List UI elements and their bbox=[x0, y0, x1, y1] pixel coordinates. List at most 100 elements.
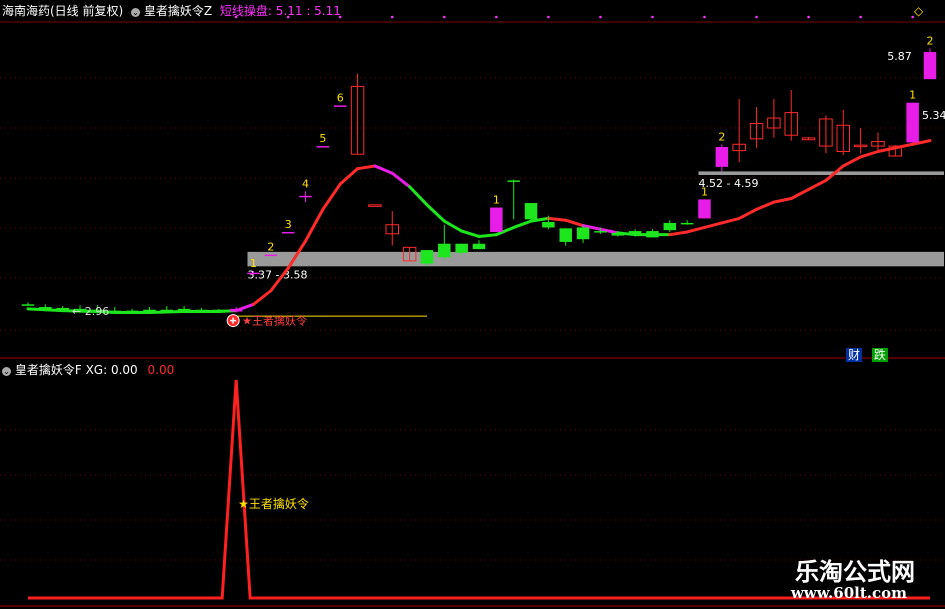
ma-segment bbox=[737, 207, 759, 220]
xg-value-2: 0.00 bbox=[147, 363, 175, 377]
candle-body bbox=[21, 304, 35, 306]
sub-indicator-name[interactable]: 皇者擒妖令F bbox=[15, 363, 82, 377]
candle-number: 6 bbox=[337, 91, 344, 104]
ma-segment bbox=[564, 218, 585, 228]
candle-body bbox=[195, 309, 208, 312]
ma-segment bbox=[442, 219, 464, 233]
candle-number: 4 bbox=[302, 177, 309, 190]
candle-body bbox=[663, 222, 677, 231]
candle-body bbox=[212, 309, 226, 313]
xg-label: XG: 0.00 bbox=[85, 363, 138, 377]
candle-body bbox=[108, 310, 121, 313]
candle-number: 1 bbox=[250, 257, 257, 270]
signal-dot bbox=[859, 15, 862, 19]
candle-number: 2 bbox=[718, 130, 725, 143]
stock-title: 海南海药(日线 前复权) bbox=[2, 4, 124, 18]
candle-body bbox=[680, 222, 694, 225]
zone-band bbox=[698, 171, 944, 176]
candle-number: 2 bbox=[927, 34, 934, 47]
candle-body bbox=[472, 243, 486, 250]
candle-body bbox=[160, 309, 174, 312]
indicator-name[interactable]: 皇者擒妖令Z bbox=[144, 4, 212, 18]
candle-body bbox=[594, 231, 607, 233]
signal-label: 短线操盘: bbox=[219, 4, 272, 18]
ma-segment bbox=[546, 216, 568, 222]
candle-body bbox=[715, 146, 729, 167]
candle-body bbox=[420, 250, 434, 264]
expand-icon[interactable]: ◇ bbox=[914, 4, 923, 18]
candle-body bbox=[56, 307, 69, 310]
ma-segment bbox=[876, 146, 897, 153]
ma-segment bbox=[772, 197, 793, 204]
grid-lines bbox=[0, 15, 945, 607]
ma-segment bbox=[408, 185, 429, 207]
ma-line bbox=[26, 139, 932, 314]
candle-body bbox=[646, 231, 659, 238]
signal-dot bbox=[599, 15, 602, 19]
candle-number: 2 bbox=[267, 241, 274, 254]
candle-body bbox=[455, 243, 468, 253]
indicator-menu-icon[interactable]: ⌄ bbox=[131, 8, 141, 17]
signal-dot bbox=[807, 15, 810, 19]
candle-body bbox=[698, 199, 711, 219]
watermark-brand: 乐淘公式网 bbox=[795, 557, 915, 586]
candle-body bbox=[490, 207, 503, 232]
signal-dot bbox=[443, 15, 446, 19]
candle-body bbox=[264, 254, 278, 257]
sub-header: ⌄ 皇者擒妖令F XG: 0.00 0.00 bbox=[2, 363, 174, 377]
candles bbox=[21, 48, 937, 314]
signal-dot bbox=[651, 15, 654, 19]
ma-segment bbox=[460, 229, 481, 238]
candle-number: 5 bbox=[319, 132, 326, 145]
candle-body bbox=[39, 307, 52, 309]
ma-segment bbox=[859, 149, 880, 159]
signal-label: ★王者擒妖令 bbox=[242, 314, 307, 328]
ma-segment bbox=[807, 178, 828, 191]
ma-segment bbox=[425, 203, 446, 223]
candle-body bbox=[299, 195, 312, 198]
ma-segment bbox=[373, 164, 394, 175]
candle-body bbox=[368, 204, 382, 207]
ma-segment bbox=[512, 219, 533, 229]
candle-number: 3 bbox=[285, 218, 292, 231]
candle-body bbox=[542, 222, 555, 228]
ma-segment bbox=[720, 216, 741, 225]
price-annotation: ← 2.96 bbox=[72, 305, 109, 318]
candle-number: 1 bbox=[701, 185, 708, 198]
kline-chart: 3.37 - 3.584.52 - 4.59 12345611212← 2.96… bbox=[0, 15, 945, 607]
candle-body bbox=[628, 231, 642, 234]
signal-dot bbox=[703, 15, 706, 19]
signal-dot bbox=[495, 15, 498, 19]
main-header: 海南海药(日线 前复权) ⌄ 皇者擒妖令Z 短线操盘: 5.11 : 5.11 bbox=[2, 4, 341, 18]
zone-label: 3.37 - 3.58 bbox=[248, 268, 308, 281]
ma-segment bbox=[789, 187, 811, 201]
finance-tag[interactable]: 财 bbox=[846, 348, 863, 362]
candle-number: 1 bbox=[909, 89, 916, 102]
candle-body bbox=[524, 203, 538, 220]
signal-dot bbox=[547, 15, 550, 19]
price-annotation: 5.87 bbox=[887, 50, 912, 63]
candle-body bbox=[438, 243, 451, 258]
ma-segment bbox=[43, 308, 65, 313]
signal-values: 5.11 : 5.11 bbox=[275, 4, 341, 18]
signal-dot bbox=[755, 15, 758, 19]
ma-segment bbox=[338, 167, 360, 186]
sub-menu-icon[interactable]: ⌄ bbox=[2, 367, 11, 376]
candle-body bbox=[247, 272, 260, 275]
candle-body bbox=[507, 180, 520, 182]
watermark-url: www.60lt.com bbox=[790, 584, 907, 602]
ma-segment bbox=[321, 182, 342, 211]
price-annotation: 5.34 bbox=[922, 109, 945, 122]
ma-segment bbox=[755, 200, 776, 211]
candle-body bbox=[576, 227, 590, 240]
candle-body bbox=[229, 308, 243, 312]
ma-segment bbox=[356, 164, 377, 171]
trend-tag[interactable]: 跌 bbox=[871, 348, 888, 362]
ma-segment bbox=[841, 155, 863, 168]
zone-band bbox=[247, 251, 944, 267]
signal-dot bbox=[390, 15, 394, 19]
candle-body bbox=[923, 52, 937, 80]
support-zones: 3.37 - 3.584.52 - 4.59 bbox=[232, 171, 944, 317]
candle-body bbox=[125, 310, 139, 313]
ma-segment bbox=[390, 171, 412, 189]
